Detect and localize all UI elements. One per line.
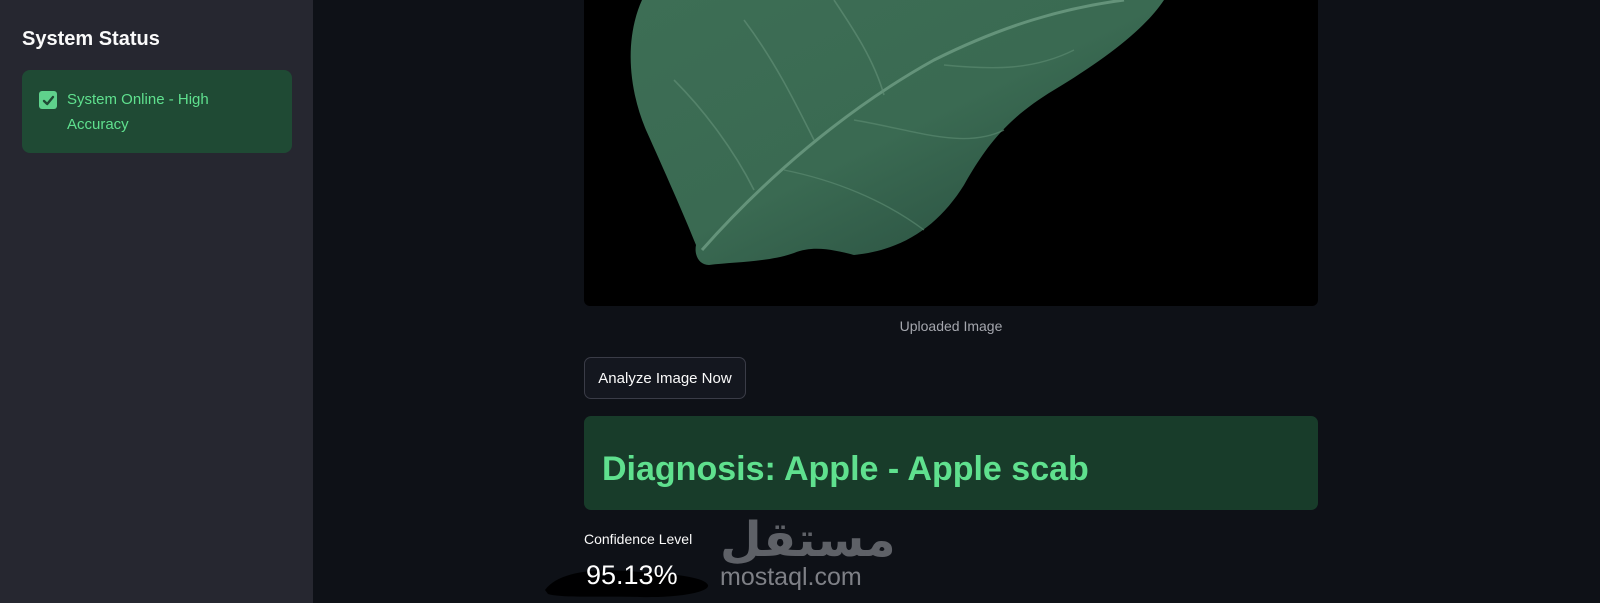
- analyze-image-button[interactable]: Analyze Image Now: [584, 357, 746, 399]
- status-box: System Online - High Accuracy: [22, 70, 292, 153]
- confidence-label: Confidence Level: [584, 531, 693, 547]
- watermark-logo-latin: mostaql.com: [720, 563, 862, 591]
- sidebar: System Status System Online - High Accur…: [0, 0, 313, 603]
- watermark-logo-arabic: مستقل: [720, 514, 896, 567]
- check-icon: [39, 91, 57, 109]
- image-caption: Uploaded Image: [899, 318, 1003, 334]
- status-message: System Online - High Accuracy: [67, 91, 209, 133]
- confidence-value: 95.13%: [586, 560, 678, 590]
- uploaded-image: [584, 0, 1318, 306]
- sidebar-title: System Status: [22, 28, 160, 50]
- diagnosis-heading: Diagnosis: Apple - Apple scab: [602, 450, 1089, 488]
- diagnosis-alert: Diagnosis: Apple - Apple scab: [584, 416, 1318, 510]
